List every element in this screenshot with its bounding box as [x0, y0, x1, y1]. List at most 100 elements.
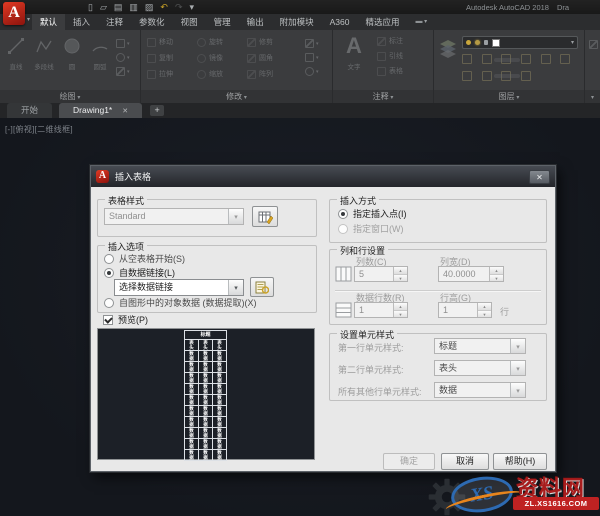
- workspace-switch-icon[interactable]: [416, 18, 434, 26]
- layer-tool-icon[interactable]: [540, 54, 551, 64]
- modify-tool-2[interactable]: 旋转: [197, 37, 247, 47]
- caret-icon: [127, 41, 130, 47]
- new-icon[interactable]: ▯: [88, 1, 93, 13]
- modify-tool-7[interactable]: 拉伸: [147, 69, 197, 79]
- print-icon[interactable]: ▨: [145, 1, 154, 13]
- layer-tool-icon[interactable]: [481, 54, 492, 64]
- plot-icon[interactable]: ▥: [129, 1, 138, 13]
- title-bar: ▯ ▱ ▤ ▥ ▨ ↶ ↷ ▾ Autodesk AutoCAD 2018 Dra: [0, 0, 600, 14]
- preview-checkbox[interactable]: 预览(P): [103, 313, 148, 326]
- ellipse-tool[interactable]: [116, 53, 130, 62]
- panel-label-layers[interactable]: 图层: [434, 90, 584, 103]
- col-width-spinner[interactable]: 40.0000: [438, 266, 504, 282]
- spinner-arrows[interactable]: [477, 303, 491, 317]
- new-drawing-tab-button[interactable]: [150, 105, 165, 116]
- dialog-title: 插入表格: [115, 172, 152, 182]
- text-icon[interactable]: [341, 34, 367, 58]
- layer-properties-icon[interactable]: [438, 38, 458, 58]
- viewport-controls[interactable]: [-][俯视][二维线框]: [5, 124, 73, 135]
- modify-tool-1[interactable]: 移动: [147, 37, 197, 47]
- app-menu-caret-icon[interactable]: [27, 16, 30, 23]
- modify-extra-tool[interactable]: [305, 39, 319, 48]
- modify-tool-9[interactable]: 阵列: [247, 69, 297, 79]
- ribbon-tab-4[interactable]: 参数化: [131, 14, 173, 30]
- modify-tool-8[interactable]: 缩放: [197, 69, 247, 79]
- table-style-dropdown[interactable]: Standard: [104, 208, 244, 225]
- modify-tool-6[interactable]: 圆角: [247, 53, 297, 63]
- autocad-app-button[interactable]: [3, 2, 25, 25]
- ribbon-tab-1[interactable]: 默认: [32, 14, 66, 30]
- panel-label-modify[interactable]: 修改: [141, 90, 332, 103]
- ribbon-tab-10[interactable]: 精选应用: [357, 14, 407, 30]
- ribbon-tab-5[interactable]: 视图: [173, 14, 206, 30]
- modify-extra-tool[interactable]: [305, 67, 319, 76]
- radio-object-data[interactable]: 自图形中的对象数据 (数据提取)(X): [104, 296, 257, 309]
- data-link-dropdown[interactable]: 选择数据链接: [114, 279, 244, 296]
- layer-tools-grid: [462, 54, 580, 81]
- help-button[interactable]: 帮助(H): [493, 453, 547, 470]
- hatch-tool[interactable]: [116, 67, 130, 76]
- redo-icon[interactable]: ↷: [175, 1, 183, 13]
- dialog-title-bar[interactable]: 插入表格: [91, 166, 555, 187]
- table-style-value: Standard: [109, 211, 146, 221]
- open-icon[interactable]: ▱: [100, 1, 107, 13]
- layer-dropdown[interactable]: [462, 36, 578, 49]
- modify-tool-4[interactable]: 复制: [147, 53, 197, 63]
- layer-tool-icon[interactable]: [481, 71, 492, 81]
- polyline-tool[interactable]: 多段线: [31, 37, 57, 71]
- ribbon-tab-7[interactable]: 输出: [239, 14, 272, 30]
- launch-table-style-button[interactable]: [252, 206, 278, 227]
- modify-tool-3[interactable]: 修剪: [247, 37, 297, 47]
- dimension-tool[interactable]: 标注: [377, 36, 403, 46]
- layer-tool-icon[interactable]: [560, 54, 571, 64]
- ribbon-tab-6[interactable]: 管理: [206, 14, 239, 30]
- tab-start[interactable]: 开始: [7, 103, 53, 118]
- table-tool[interactable]: 表格: [377, 66, 403, 76]
- columns-spinner[interactable]: 5: [354, 266, 408, 282]
- spinner-arrows[interactable]: [393, 267, 407, 281]
- undo-icon[interactable]: ↶: [160, 1, 168, 13]
- radio-start-empty[interactable]: 从空表格开始(S): [104, 252, 185, 265]
- save-icon[interactable]: ▤: [114, 1, 123, 13]
- caret-icon: [127, 55, 130, 61]
- ribbon-tab-8[interactable]: 附加模块: [272, 14, 322, 30]
- ribbon-tab-9[interactable]: A360: [322, 14, 358, 30]
- erase-icon: [305, 39, 314, 48]
- dropdown-arrow-icon: [228, 280, 243, 295]
- layer-tool-icon[interactable]: [462, 54, 472, 64]
- line-tool[interactable]: 直线: [3, 37, 29, 71]
- second-row-style-dropdown[interactable]: 表头: [434, 360, 526, 376]
- first-row-style-dropdown[interactable]: 标题: [434, 338, 526, 354]
- modify-tool-icon: [247, 53, 256, 63]
- data-rows-spinner[interactable]: 1: [354, 302, 408, 318]
- dim-label-bar: [494, 58, 520, 62]
- close-tab-icon[interactable]: [122, 108, 128, 115]
- customize-icon[interactable]: ▾: [190, 1, 195, 13]
- arc-tool[interactable]: 圆弧: [87, 37, 113, 71]
- radio-from-data-link[interactable]: 自数据链接(L): [104, 266, 175, 279]
- modify-extra-tool[interactable]: [305, 53, 319, 62]
- ribbon-tab-2[interactable]: 插入: [65, 14, 98, 30]
- row-height-spinner[interactable]: 1: [438, 302, 492, 318]
- panel-label-annotation[interactable]: 注释: [333, 90, 433, 103]
- tab-drawing1[interactable]: Drawing1*: [59, 103, 143, 118]
- spinner-arrows[interactable]: [393, 303, 407, 317]
- spinner-arrows[interactable]: [489, 267, 503, 281]
- block-icon: [589, 40, 598, 49]
- radio-specify-window[interactable]: 指定窗口(W): [338, 222, 404, 235]
- leader-tool[interactable]: 引线: [377, 51, 403, 61]
- cancel-button[interactable]: 取消: [441, 453, 489, 470]
- layer-tool-icon[interactable]: [520, 71, 531, 81]
- ribbon-tab-3[interactable]: 注释: [98, 14, 131, 30]
- layer-tool-icon[interactable]: [462, 71, 472, 81]
- circle-tool[interactable]: 圆: [59, 37, 85, 71]
- rectangle-tool[interactable]: [116, 39, 130, 48]
- radio-insertion-point[interactable]: 指定插入点(I): [338, 207, 407, 220]
- panel-label-draw[interactable]: 绘图: [0, 90, 140, 103]
- data-link-manager-button[interactable]: [250, 277, 274, 297]
- dialog-close-button[interactable]: [529, 169, 550, 184]
- ok-button[interactable]: 确定: [383, 453, 435, 470]
- modify-tool-5[interactable]: 镜像: [197, 53, 247, 63]
- other-rows-style-dropdown[interactable]: 数据: [434, 382, 526, 398]
- layer-tool-icon[interactable]: [520, 54, 531, 64]
